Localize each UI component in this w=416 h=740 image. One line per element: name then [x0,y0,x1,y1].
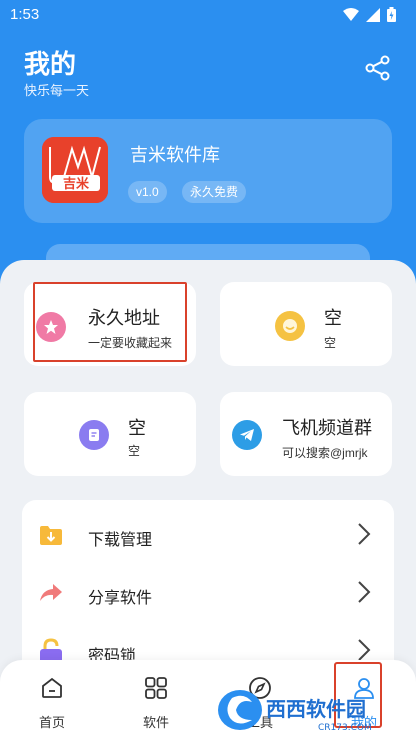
watermark-text: 西西软件园 [266,697,366,721]
app-name: 吉米软件库 [130,145,220,165]
tile-subtitle: 空 [324,336,337,350]
signal-icon [366,7,380,22]
menu-item-download-manager[interactable]: 下载管理 [22,506,394,562]
folder-download-icon [40,526,62,545]
page-title: 我的 [24,49,77,79]
settings-menu: 下载管理 分享软件 密码锁 [22,500,394,680]
app-logo: 吉米 [42,137,108,203]
smile-icon [275,311,305,341]
status-icons [343,7,396,22]
tile-telegram-group[interactable]: 飞机频道群 可以搜索@jmrjk [220,392,392,476]
page-subtitle: 快乐每一天 [24,83,90,98]
tile-subtitle: 空 [128,444,141,458]
grid-icon [145,677,167,699]
app-logo-icon: 吉米 [42,137,108,203]
annotation-highlight-box [33,282,187,362]
tab-label: 首页 [38,715,65,730]
telegram-icon [232,420,262,450]
tile-empty-1[interactable]: 空 空 [220,282,392,366]
chevron-right-icon [358,639,371,661]
status-time: 1:53 [10,6,40,23]
home-icon [42,677,62,698]
share-icon[interactable] [364,54,392,82]
tab-label: 软件 [142,715,169,730]
app-logo-text: 吉米 [63,176,90,192]
tile-title: 飞机频道群 [282,418,372,438]
chevron-right-icon [358,581,371,603]
menu-label: 下载管理 [88,532,153,549]
battery-icon [387,7,396,22]
share-arrow-icon [40,584,62,601]
tile-subtitle: 可以搜索@jmrjk [282,446,368,460]
app-info-card: 吉米 吉米软件库 v1.0 永久免费 [24,119,392,223]
tile-empty-2[interactable]: 空 空 [24,392,196,476]
tab-home[interactable]: 首页 [12,660,92,740]
tile-title: 空 [324,308,342,328]
watermark-logo: 西西软件园 CR173.COM [218,690,372,733]
wifi-icon [343,7,359,21]
watermark-subtext: CR173.COM [318,723,372,733]
status-bar: 1:53 [0,0,416,30]
version-badge: v1.0 [128,181,167,203]
menu-label: 分享软件 [88,590,153,607]
license-badge: 永久免费 [182,181,247,203]
chevron-right-icon [358,523,371,545]
tile-title: 空 [128,418,146,438]
note-icon [79,420,109,450]
menu-item-share-software[interactable]: 分享软件 [22,564,394,620]
tab-software[interactable]: 软件 [116,660,196,740]
